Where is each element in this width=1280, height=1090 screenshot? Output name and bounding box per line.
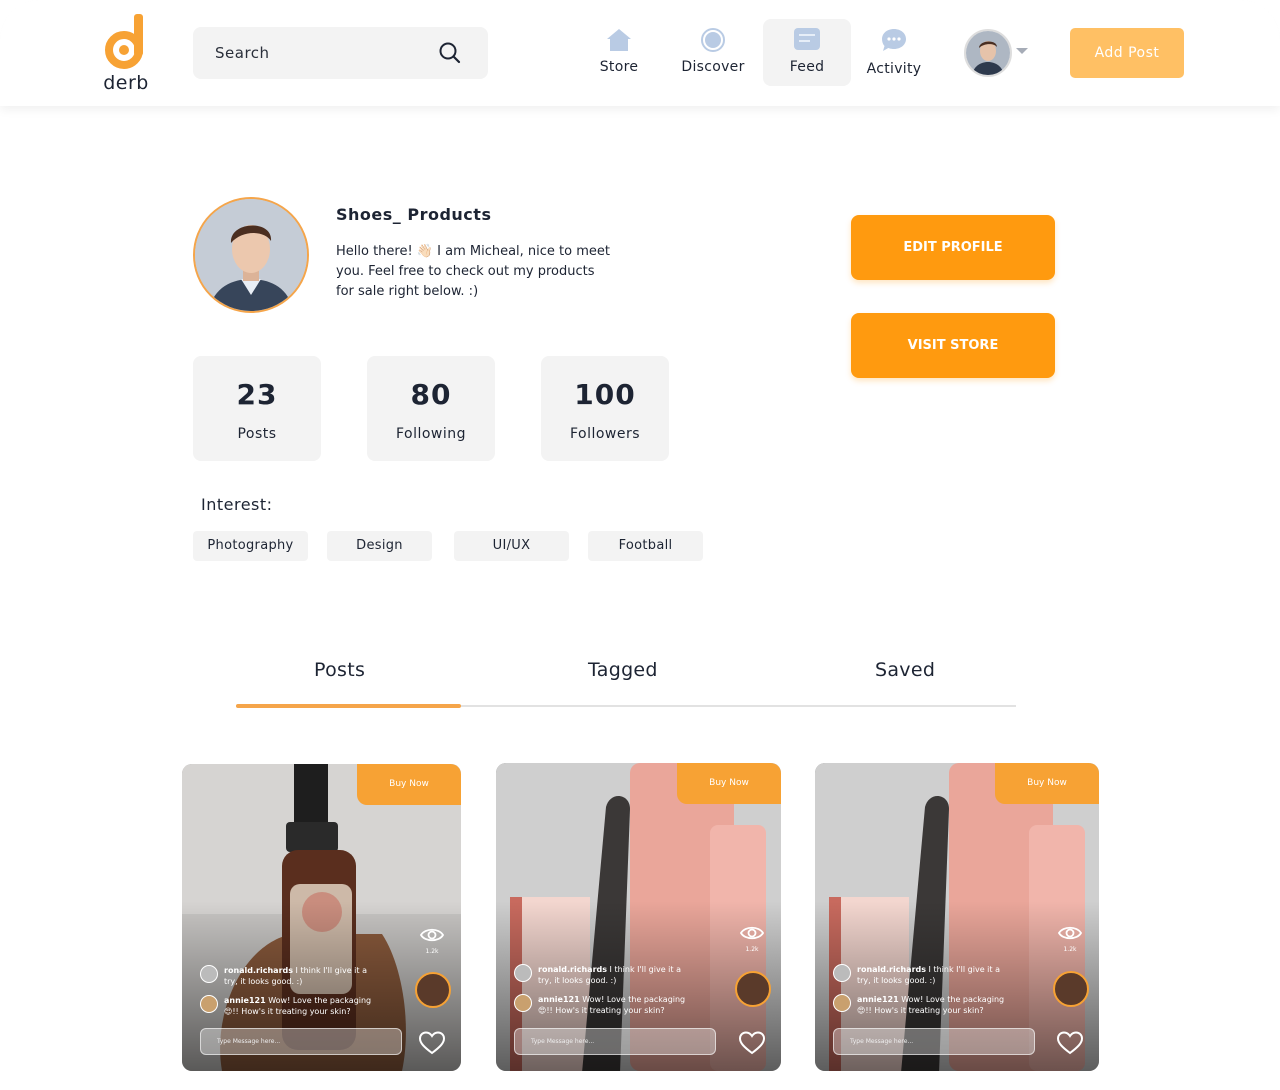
commenter-avatar — [200, 995, 218, 1013]
views-counter: 1.2k — [1057, 925, 1083, 953]
seller-story-avatar[interactable] — [1053, 971, 1089, 1007]
interest-heading: Interest: — [201, 495, 273, 514]
comment-user: ronald.richards — [224, 966, 293, 975]
profile-bio: Hello there! 👋🏻 I am Micheal, nice to me… — [336, 244, 610, 299]
seller-story-avatar[interactable] — [735, 971, 771, 1007]
stat-followers[interactable]: 100 Followers — [541, 356, 669, 461]
message-input[interactable]: Type Message here... — [833, 1028, 1035, 1055]
interest-chip-uiux[interactable]: UI/UX — [454, 531, 569, 561]
stat-posts-label: Posts — [237, 426, 277, 442]
interest-chip-design[interactable]: Design — [327, 531, 432, 561]
tab-saved[interactable]: Saved — [875, 659, 935, 681]
top-bar: derb Store Discover — [0, 0, 1280, 106]
message-input[interactable]: Type Message here... — [200, 1028, 402, 1055]
buy-now-button[interactable]: Buy Now — [995, 763, 1099, 804]
post-card[interactable]: Buy Now 1.2k ronald.richards I think I'l… — [815, 763, 1099, 1071]
commenter-avatar — [200, 965, 218, 983]
avatar-portrait-icon — [966, 31, 1010, 75]
views-count: 1.2k — [1063, 946, 1077, 953]
nav-activity-label: Activity — [866, 61, 922, 77]
profile-avatar — [193, 197, 309, 313]
message-input[interactable]: Type Message here... — [514, 1028, 716, 1055]
interest-chip-football[interactable]: Football — [588, 531, 703, 561]
comment-user: annie121 — [857, 995, 899, 1004]
heart-icon[interactable] — [739, 1031, 765, 1055]
chat-bubble-icon — [882, 29, 906, 51]
post-card[interactable]: Buy Now 1.2k ronald.richards I think I'l… — [182, 764, 461, 1071]
views-counter: 1.2k — [419, 927, 445, 955]
edit-profile-button[interactable]: EDIT PROFILE — [851, 215, 1055, 280]
user-avatar[interactable] — [964, 29, 1012, 77]
tab-posts[interactable]: Posts — [314, 659, 365, 681]
nav-discover[interactable]: Discover — [674, 19, 752, 86]
eye-icon — [1057, 926, 1083, 940]
nav-feed-label: Feed — [789, 59, 825, 75]
derb-logo-icon — [105, 14, 143, 69]
stat-posts[interactable]: 23 Posts — [193, 356, 321, 461]
stat-following-value: 80 — [410, 378, 452, 411]
app-frame: derb Store Discover — [0, 0, 1280, 1090]
home-icon — [607, 29, 631, 51]
eye-icon — [419, 928, 445, 942]
views-count: 1.2k — [745, 946, 759, 953]
views-counter: 1.2k — [739, 925, 765, 953]
stat-followers-label: Followers — [569, 426, 641, 442]
add-post-button[interactable]: Add Post — [1070, 28, 1184, 78]
comment-user: ronald.richards — [857, 965, 926, 974]
stat-following-label: Following — [395, 426, 467, 442]
search-input[interactable] — [215, 27, 435, 79]
commenter-avatar — [514, 964, 532, 982]
nav-activity[interactable]: Activity — [860, 19, 928, 86]
post-card[interactable]: Buy Now 1.2k ronald.richards I think I'l… — [496, 763, 781, 1071]
nav-store[interactable]: Store — [588, 19, 650, 86]
active-tab-indicator — [236, 704, 461, 708]
search-icon[interactable] — [438, 41, 462, 65]
nav-store-label: Store — [599, 59, 639, 75]
seller-story-avatar[interactable] — [415, 972, 451, 1008]
buy-now-button[interactable]: Buy Now — [357, 764, 461, 805]
nav-discover-label: Discover — [681, 59, 745, 75]
commenter-avatar — [514, 994, 532, 1012]
profile-username: Shoes_ Products — [336, 205, 492, 224]
brand-name: derb — [103, 72, 149, 94]
buy-now-button[interactable]: Buy Now — [677, 763, 781, 804]
comment-user: ronald.richards — [538, 965, 607, 974]
stat-following[interactable]: 80 Following — [367, 356, 495, 461]
commenter-avatar — [833, 994, 851, 1012]
comment-user: annie121 — [538, 995, 580, 1004]
stat-followers-value: 100 — [574, 378, 636, 411]
heart-icon[interactable] — [419, 1031, 445, 1055]
heart-icon[interactable] — [1057, 1031, 1083, 1055]
feed-icon — [794, 28, 820, 50]
commenter-avatar — [833, 964, 851, 982]
chevron-down-icon[interactable] — [1016, 48, 1028, 54]
interest-chip-photography[interactable]: Photography — [193, 531, 308, 561]
logo[interactable]: derb — [100, 14, 152, 94]
discover-icon — [701, 28, 725, 52]
nav-feed[interactable]: Feed — [763, 19, 851, 86]
stat-posts-value: 23 — [236, 378, 278, 411]
eye-icon — [739, 926, 765, 940]
visit-store-button[interactable]: VISIT STORE — [851, 313, 1055, 378]
views-count: 1.2k — [425, 948, 439, 955]
profile-portrait-icon — [195, 199, 307, 311]
tab-tagged[interactable]: Tagged — [588, 659, 658, 681]
comment-user: annie121 — [224, 996, 266, 1005]
